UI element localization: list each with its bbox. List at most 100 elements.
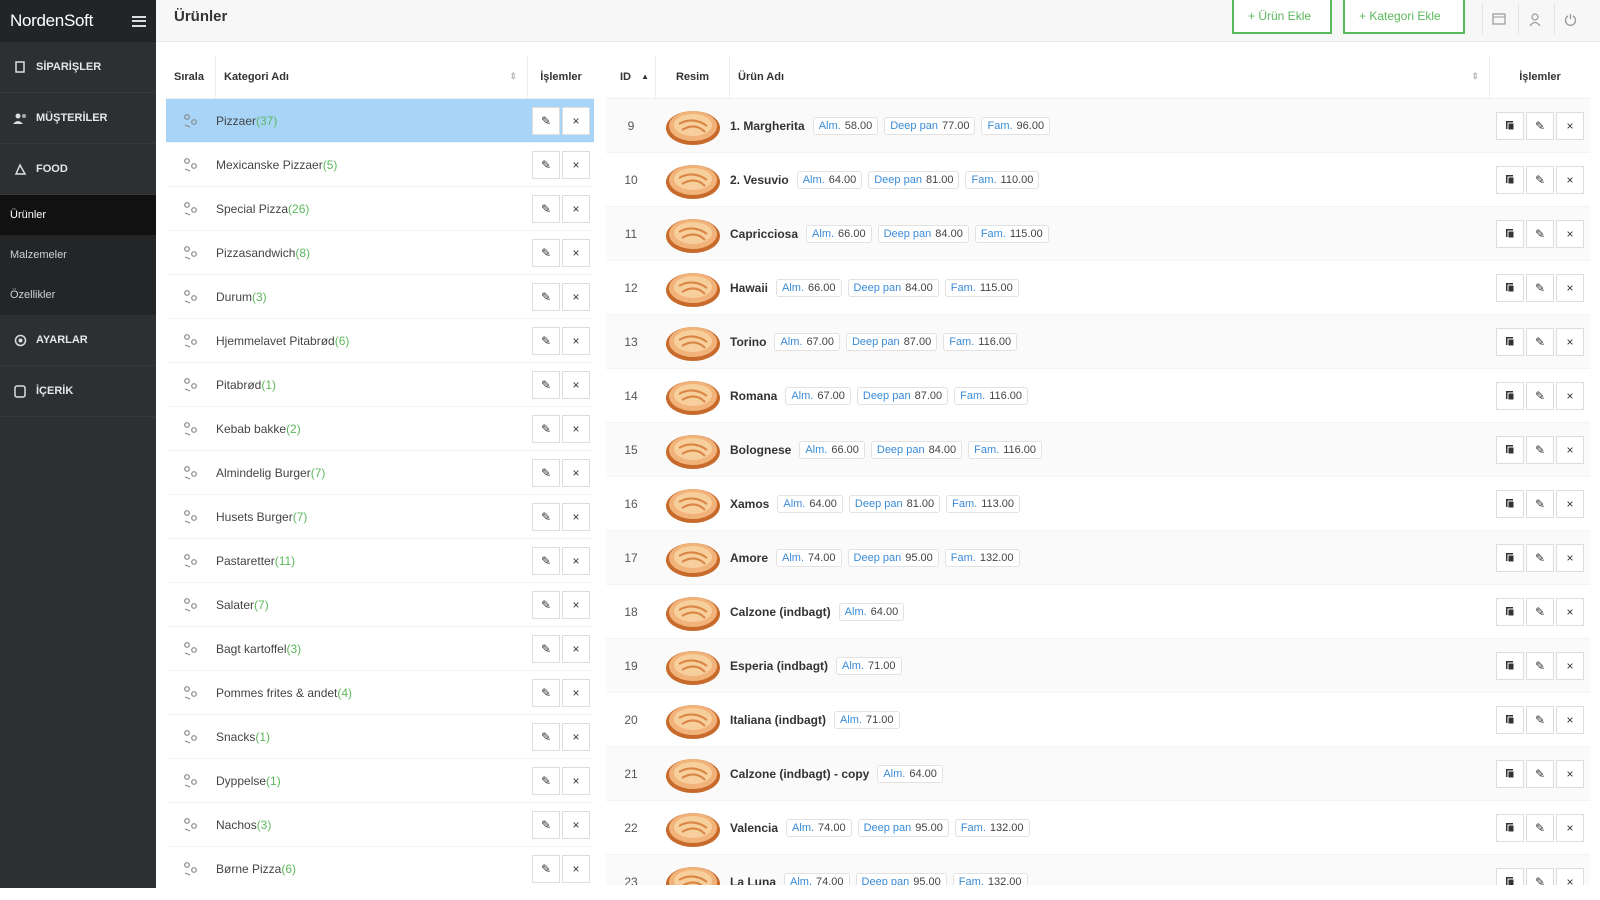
copy-icon[interactable] <box>1496 165 1524 194</box>
delete-icon[interactable]: × <box>562 634 590 663</box>
edit-icon[interactable]: ✎ <box>532 458 560 487</box>
edit-icon[interactable]: ✎ <box>1526 813 1554 842</box>
edit-icon[interactable]: ✎ <box>532 282 560 311</box>
category-row[interactable]: Kebab bakke(2) ✎ × <box>166 407 594 451</box>
col-category-name[interactable]: Kategori Adı ⇕ <box>216 55 528 98</box>
edit-icon[interactable]: ✎ <box>532 370 560 399</box>
edit-icon[interactable]: ✎ <box>1526 651 1554 680</box>
delete-icon[interactable]: × <box>562 238 590 267</box>
drag-handle-icon[interactable] <box>166 553 216 569</box>
edit-icon[interactable]: ✎ <box>532 238 560 267</box>
category-row[interactable]: Almindelig Burger(7) ✎ × <box>166 451 594 495</box>
delete-icon[interactable]: × <box>562 106 590 135</box>
delete-icon[interactable]: × <box>1556 813 1584 842</box>
copy-icon[interactable] <box>1496 651 1524 680</box>
drag-handle-icon[interactable] <box>166 245 216 261</box>
add-category-button[interactable]: + Kategori Ekle <box>1343 0 1465 34</box>
drag-handle-icon[interactable] <box>166 817 216 833</box>
edit-icon[interactable]: ✎ <box>532 854 560 883</box>
delete-icon[interactable]: × <box>562 458 590 487</box>
subnav-products[interactable]: Ürünler <box>0 195 156 235</box>
nav-orders[interactable]: SİPARİŞLER <box>0 42 156 93</box>
delete-icon[interactable]: × <box>562 414 590 443</box>
edit-icon[interactable]: ✎ <box>532 194 560 223</box>
user-icon[interactable] <box>1518 4 1550 34</box>
window-icon[interactable] <box>1482 4 1514 34</box>
delete-icon[interactable]: × <box>562 370 590 399</box>
edit-icon[interactable]: ✎ <box>532 634 560 663</box>
edit-icon[interactable]: ✎ <box>532 414 560 443</box>
edit-icon[interactable]: ✎ <box>1526 543 1554 572</box>
edit-icon[interactable]: ✎ <box>1526 381 1554 410</box>
category-row[interactable]: Bagt kartoffel(3) ✎ × <box>166 627 594 671</box>
col-id[interactable]: ID ▲ <box>606 55 656 98</box>
edit-icon[interactable]: ✎ <box>1526 327 1554 356</box>
category-row[interactable]: Pommes frites & andet(4) ✎ × <box>166 671 594 715</box>
delete-icon[interactable]: × <box>1556 759 1584 788</box>
category-row[interactable]: Nachos(3) ✎ × <box>166 803 594 847</box>
nav-settings[interactable]: AYARLAR <box>0 315 156 366</box>
category-row[interactable]: Pastaretter(11) ✎ × <box>166 539 594 583</box>
category-row[interactable]: Dyppelse(1) ✎ × <box>166 759 594 803</box>
edit-icon[interactable]: ✎ <box>532 722 560 751</box>
edit-icon[interactable]: ✎ <box>1526 219 1554 248</box>
edit-icon[interactable]: ✎ <box>1526 597 1554 626</box>
copy-icon[interactable] <box>1496 435 1524 464</box>
drag-handle-icon[interactable] <box>166 729 216 745</box>
category-row[interactable]: Salater(7) ✎ × <box>166 583 594 627</box>
delete-icon[interactable]: × <box>1556 165 1584 194</box>
edit-icon[interactable]: ✎ <box>532 590 560 619</box>
edit-icon[interactable]: ✎ <box>532 678 560 707</box>
copy-icon[interactable] <box>1496 813 1524 842</box>
subnav-ingredients[interactable]: Malzemeler <box>0 235 156 275</box>
category-row[interactable]: Børne Pizza(6) ✎ × <box>166 847 594 885</box>
delete-icon[interactable]: × <box>1556 651 1584 680</box>
nav-food[interactable]: FOOD <box>0 144 156 195</box>
edit-icon[interactable]: ✎ <box>532 326 560 355</box>
category-row[interactable]: Pizzaer(37) ✎ × <box>166 99 594 143</box>
category-row[interactable]: Pitabrød(1) ✎ × <box>166 363 594 407</box>
drag-handle-icon[interactable] <box>166 421 216 437</box>
category-row[interactable]: Special Pizza(26) ✎ × <box>166 187 594 231</box>
drag-handle-icon[interactable] <box>166 641 216 657</box>
col-order[interactable]: Sırala <box>166 55 216 98</box>
copy-icon[interactable] <box>1496 705 1524 734</box>
col-product-name[interactable]: Ürün Adı ⇕ <box>730 55 1490 98</box>
delete-icon[interactable]: × <box>1556 327 1584 356</box>
edit-icon[interactable]: ✎ <box>532 502 560 531</box>
delete-icon[interactable]: × <box>1556 867 1584 885</box>
delete-icon[interactable]: × <box>562 546 590 575</box>
category-row[interactable]: Mexicanske Pizzaer(5) ✎ × <box>166 143 594 187</box>
menu-toggle-icon[interactable] <box>132 15 146 27</box>
delete-icon[interactable]: × <box>562 678 590 707</box>
delete-icon[interactable]: × <box>562 766 590 795</box>
category-row[interactable]: Snacks(1) ✎ × <box>166 715 594 759</box>
delete-icon[interactable]: × <box>1556 273 1584 302</box>
delete-icon[interactable]: × <box>562 326 590 355</box>
delete-icon[interactable]: × <box>562 150 590 179</box>
delete-icon[interactable]: × <box>1556 219 1584 248</box>
drag-handle-icon[interactable] <box>166 861 216 877</box>
delete-icon[interactable]: × <box>1556 543 1584 572</box>
edit-icon[interactable]: ✎ <box>1526 867 1554 885</box>
delete-icon[interactable]: × <box>1556 111 1584 140</box>
drag-handle-icon[interactable] <box>166 597 216 613</box>
delete-icon[interactable]: × <box>1556 435 1584 464</box>
drag-handle-icon[interactable] <box>166 201 216 217</box>
copy-icon[interactable] <box>1496 867 1524 885</box>
copy-icon[interactable] <box>1496 327 1524 356</box>
drag-handle-icon[interactable] <box>166 509 216 525</box>
delete-icon[interactable]: × <box>562 854 590 883</box>
copy-icon[interactable] <box>1496 219 1524 248</box>
delete-icon[interactable]: × <box>1556 489 1584 518</box>
delete-icon[interactable]: × <box>562 194 590 223</box>
nav-customers[interactable]: MÜŞTERİLER <box>0 93 156 144</box>
edit-icon[interactable]: ✎ <box>1526 165 1554 194</box>
edit-icon[interactable]: ✎ <box>1526 489 1554 518</box>
delete-icon[interactable]: × <box>562 590 590 619</box>
power-icon[interactable] <box>1554 4 1586 34</box>
drag-handle-icon[interactable] <box>166 113 216 129</box>
edit-icon[interactable]: ✎ <box>532 106 560 135</box>
delete-icon[interactable]: × <box>562 502 590 531</box>
copy-icon[interactable] <box>1496 273 1524 302</box>
